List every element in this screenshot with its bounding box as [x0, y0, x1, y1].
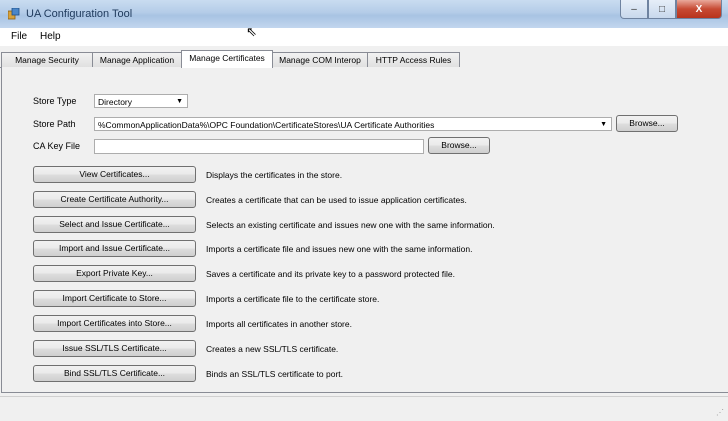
chevron-down-icon: ▼	[600, 121, 607, 128]
store-path-browse-button[interactable]: Browse...	[616, 115, 678, 132]
action-description: Binds an SSL/TLS certificate to port.	[206, 369, 344, 379]
import-and-issue-certificate-button[interactable]: Import and Issue Certificate...	[33, 240, 196, 257]
store-type-label: Store Type	[33, 96, 77, 106]
close-button[interactable]: X	[676, 0, 722, 19]
action-description: Creates a certificate that can be used t…	[206, 195, 467, 205]
store-path-select[interactable]: %CommonApplicationData%\OPC Foundation\C…	[94, 117, 612, 131]
action-description: Creates a new SSL/TLS certificate.	[206, 344, 339, 354]
store-type-value: Directory	[98, 97, 133, 107]
app-window: UA Configuration Tool – □ X File Help ⇖ …	[0, 0, 728, 421]
view-certificates-button[interactable]: View Certificates...	[33, 166, 196, 183]
select-and-issue-certificate-button[interactable]: Select and Issue Certificate...	[33, 216, 196, 233]
window-title: UA Configuration Tool	[26, 8, 133, 20]
tab-manage-application[interactable]: Manage Application	[92, 52, 182, 67]
menu-help[interactable]: Help	[40, 31, 61, 42]
import-certificates-into-store-button[interactable]: Import Certificates into Store...	[33, 315, 196, 332]
ca-key-file-input[interactable]	[94, 139, 424, 154]
menu-file[interactable]: File	[11, 31, 27, 42]
mouse-cursor-icon: ⇖	[246, 24, 257, 39]
menu-bar: File Help	[0, 28, 728, 46]
action-description: Imports all certificates in another stor…	[206, 319, 352, 329]
tab-strip: Manage Security Manage Application Manag…	[0, 50, 728, 68]
bind-ssl-tls-certificate-button[interactable]: Bind SSL/TLS Certificate...	[33, 365, 196, 382]
action-description: Imports a certificate file and issues ne…	[206, 244, 473, 254]
tab-manage-com-interop[interactable]: Manage COM Interop	[272, 52, 368, 67]
export-private-key-button[interactable]: Export Private Key...	[33, 265, 196, 282]
maximize-button[interactable]: □	[648, 0, 676, 19]
action-description: Imports a certificate file to the certif…	[206, 294, 380, 304]
store-path-label: Store Path	[33, 119, 76, 129]
create-certificate-authority-button[interactable]: Create Certificate Authority...	[33, 191, 196, 208]
tab-manage-security[interactable]: Manage Security	[1, 52, 93, 67]
store-type-select[interactable]: Directory ▼	[94, 94, 188, 108]
app-icon	[8, 8, 20, 20]
title-bar[interactable]: UA Configuration Tool – □ X	[0, 0, 728, 28]
import-certificate-to-store-button[interactable]: Import Certificate to Store...	[33, 290, 196, 307]
caption-buttons: – □ X	[620, 0, 722, 20]
status-bar: ⋰	[0, 396, 728, 421]
minimize-button[interactable]: –	[620, 0, 648, 19]
ca-key-file-label: CA Key File	[33, 141, 81, 151]
action-description: Displays the certificates in the store.	[206, 170, 343, 180]
action-description: Saves a certificate and its private key …	[206, 269, 455, 279]
action-description: Selects an existing certificate and issu…	[206, 220, 495, 230]
tab-http-access-rules[interactable]: HTTP Access Rules	[367, 52, 460, 67]
resize-grip-icon[interactable]: ⋰	[716, 408, 724, 417]
store-path-value: %CommonApplicationData%\OPC Foundation\C…	[98, 120, 435, 130]
ca-key-file-browse-button[interactable]: Browse...	[428, 137, 490, 154]
tab-manage-certificates[interactable]: Manage Certificates	[181, 50, 273, 68]
chevron-down-icon: ▼	[176, 98, 183, 105]
issue-ssl-tls-certificate-button[interactable]: Issue SSL/TLS Certificate...	[33, 340, 196, 357]
